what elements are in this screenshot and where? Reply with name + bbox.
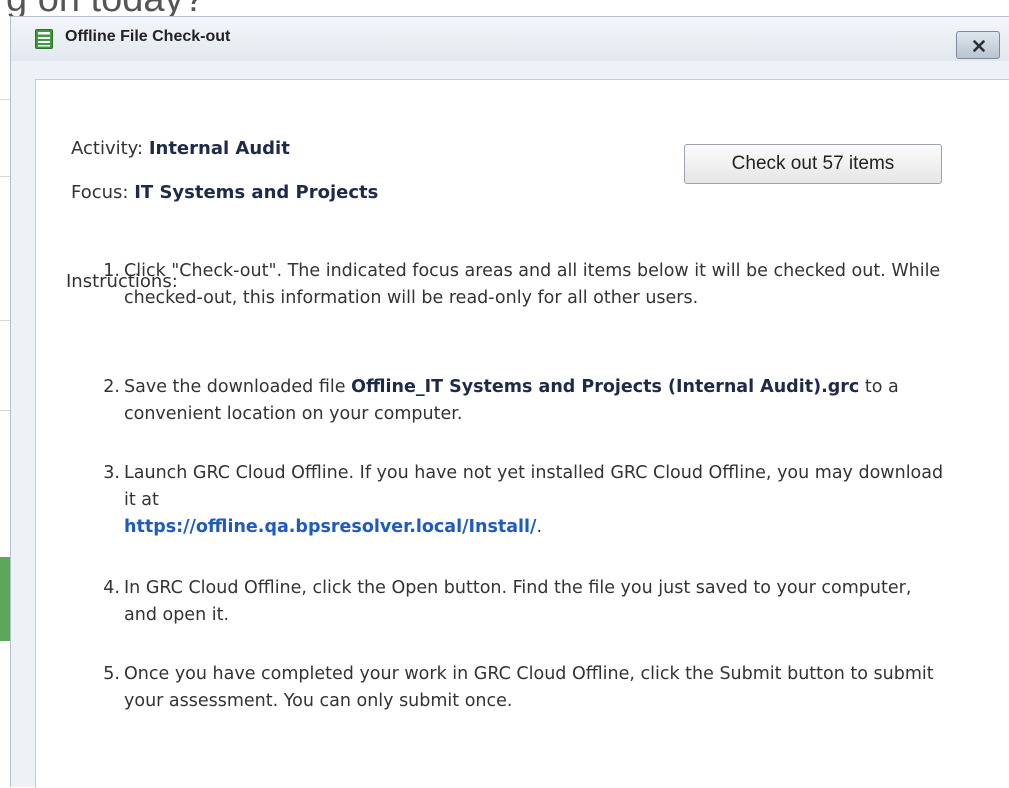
instruction-step-1: 1. Click "Check-out". The indicated focu…: [82, 258, 962, 348]
close-icon: [973, 40, 985, 52]
step-text-part: Launch GRC Cloud Offline. If you have no…: [124, 463, 944, 510]
offline-checkout-dialog: Offline File Check-out Activity: Interna…: [10, 16, 1009, 788]
instruction-step-3: 3. Launch GRC Cloud Offline. If you have…: [82, 460, 962, 550]
focus-value: IT Systems and Projects: [134, 182, 379, 203]
step-number: 2.: [103, 377, 120, 397]
step-text-part: Save the downloaded file: [124, 377, 352, 397]
step-text: Launch GRC Cloud Offline. If you have no…: [124, 460, 944, 541]
step-number: 1.: [103, 261, 120, 281]
download-filename: Offline_IT Systems and Projects (Interna…: [351, 377, 860, 397]
dialog-content: Activity: Internal Audit Focus: IT Syste…: [35, 79, 1009, 788]
focus-label: Focus:: [71, 182, 129, 203]
dialog-title: Offline File Check-out: [65, 28, 231, 45]
focus-row: Focus: IT Systems and Projects: [71, 182, 378, 203]
step-text: Click "Check-out". The indicated focus a…: [124, 261, 941, 308]
instruction-step-2: 2. Save the downloaded file Offline_IT S…: [82, 374, 962, 434]
step-number: 5.: [103, 664, 120, 684]
step-text: Once you have completed your work in GRC…: [124, 664, 934, 711]
instruction-step-4: 4. In GRC Cloud Offline, click the Open …: [82, 575, 962, 635]
step-number: 4.: [103, 578, 120, 598]
close-button[interactable]: [956, 31, 1000, 59]
activity-row: Activity: Internal Audit: [71, 138, 290, 159]
step-text-part: .: [536, 517, 543, 537]
activity-value: Internal Audit: [148, 138, 290, 159]
step-text: Save the downloaded file Offline_IT Syst…: [124, 374, 944, 428]
install-link[interactable]: https://offline.qa.bpsresolver.local/Ins…: [124, 517, 536, 537]
step-number: 3.: [103, 463, 120, 483]
step-text: In GRC Cloud Offline, click the Open but…: [124, 578, 912, 625]
activity-label: Activity:: [71, 138, 144, 159]
check-out-button[interactable]: Check out 57 items: [684, 144, 942, 184]
document-list-icon: [35, 29, 53, 49]
instruction-step-5: 5. Once you have completed your work in …: [82, 661, 962, 721]
dialog-titlebar: Offline File Check-out: [11, 17, 1009, 61]
